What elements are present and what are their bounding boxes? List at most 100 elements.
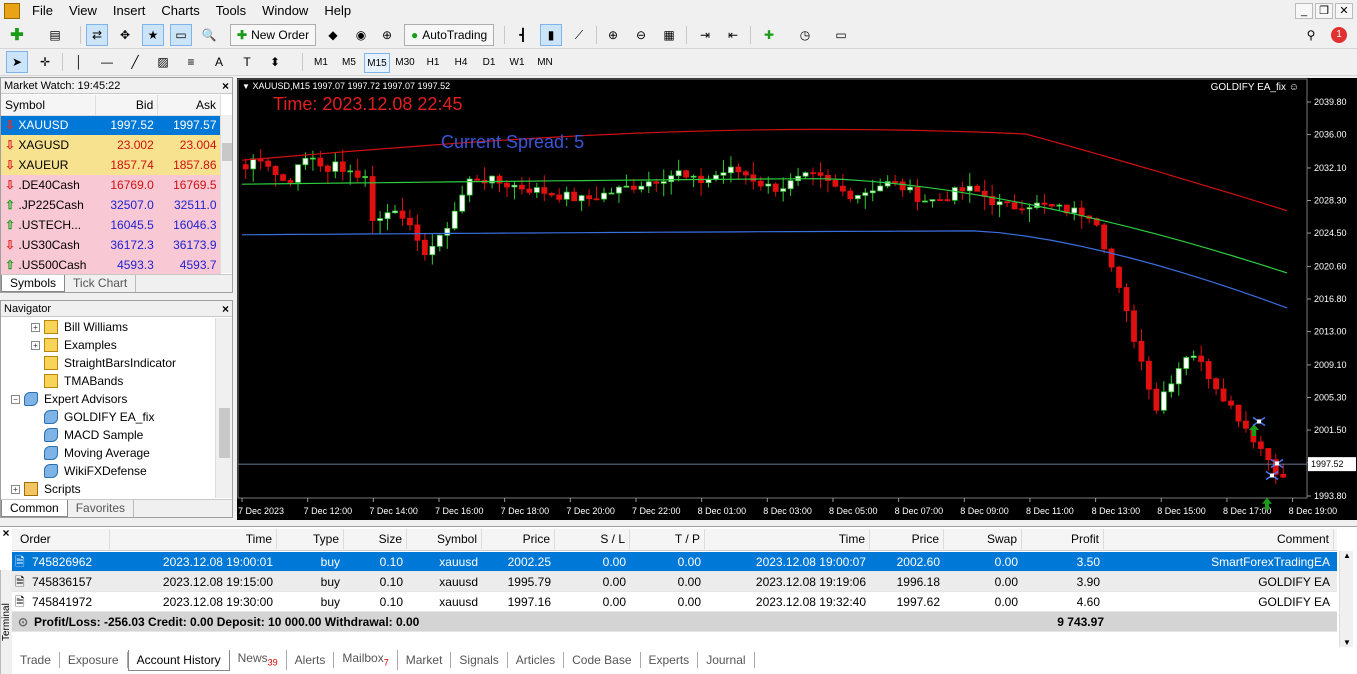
auto-scroll-icon[interactable]: ⇥ <box>694 24 716 46</box>
col-size[interactable]: Size <box>347 529 407 549</box>
market-watch-toggle-icon[interactable]: ⇄ <box>86 24 108 46</box>
menu-view[interactable]: View <box>61 0 105 22</box>
restore-icon[interactable]: ❐ <box>1315 3 1333 19</box>
market-watch-row[interactable]: ⇧ .US500Cash 4593.3 4593.7 <box>1 255 221 275</box>
trendline-icon[interactable]: ╱ <box>124 51 146 73</box>
market-watch-scrollbar[interactable] <box>220 115 232 273</box>
tab-experts[interactable]: Experts <box>641 652 699 668</box>
col-type[interactable]: Type <box>282 529 344 549</box>
history-row[interactable]: 🗎 745836157 2023.12.08 19:15:00 buy 0.10 xauu… <box>12 572 1337 592</box>
market-watch-row[interactable]: ⇩ XAGUSD 23.002 23.004 <box>1 135 221 155</box>
col-order[interactable]: Order <box>20 529 110 549</box>
timeframe-h4[interactable]: H4 <box>448 53 474 73</box>
col-symbol[interactable]: Symbol <box>412 529 482 549</box>
menu-insert[interactable]: Insert <box>105 0 154 22</box>
tab-symbols[interactable]: Symbols <box>1 275 66 292</box>
profiles-icon[interactable]: ▤ <box>44 24 66 46</box>
tab-tick-chart[interactable]: Tick Chart <box>65 275 137 292</box>
col-symbol[interactable]: Symbol <box>1 95 96 116</box>
autotrading-button[interactable]: ● AutoTrading <box>404 24 495 46</box>
tab-exposure[interactable]: Exposure <box>60 652 128 668</box>
timeframe-h1[interactable]: H1 <box>420 53 446 73</box>
close-icon[interactable]: × <box>222 301 229 317</box>
timeframe-mn[interactable]: MN <box>532 53 558 73</box>
col-swap[interactable]: Swap <box>950 529 1022 549</box>
tab-favorites[interactable]: Favorites <box>68 500 135 517</box>
cursor-icon[interactable]: ➤ <box>6 51 28 73</box>
close-icon[interactable]: × <box>0 527 12 539</box>
notifications-icon[interactable]: 1 <box>1328 24 1350 46</box>
menu-tools[interactable]: Tools <box>208 0 254 22</box>
tab-code-base[interactable]: Code Base <box>564 652 641 668</box>
tab-articles[interactable]: Articles <box>508 652 565 668</box>
navigator-item[interactable]: Moving Average <box>31 444 150 462</box>
text-label-icon[interactable]: T <box>236 51 258 73</box>
market-watch-row[interactable]: ⇧ .JP225Cash 32507.0 32511.0 <box>1 195 221 215</box>
market-watch-row[interactable]: ⇩ XAUUSD 1997.52 1997.57 <box>1 115 221 135</box>
indicators-icon[interactable]: ✚ <box>758 24 780 46</box>
col-price[interactable]: Price <box>487 529 555 549</box>
vertical-line-icon[interactable]: │ <box>68 51 90 73</box>
timeframe-d1[interactable]: D1 <box>476 53 502 73</box>
tab-alerts[interactable]: Alerts <box>287 652 335 668</box>
collapse-icon[interactable]: − <box>11 394 20 404</box>
strategy-tester-icon[interactable]: 🔍 <box>198 24 220 46</box>
vps-icon[interactable]: ⊕ <box>376 24 398 46</box>
expand-icon[interactable]: + <box>31 322 40 332</box>
navigator-scrollbar[interactable] <box>215 318 232 498</box>
tile-windows-icon[interactable]: ▦ <box>658 24 680 46</box>
periods-icon[interactable]: ◷ <box>794 24 816 46</box>
expand-icon[interactable]: + <box>31 340 40 350</box>
menu-window[interactable]: Window <box>254 0 316 22</box>
timeframe-m15[interactable]: M15 <box>364 53 390 73</box>
timeframe-w1[interactable]: W1 <box>504 53 530 73</box>
terminal-scrollbar[interactable]: ▲ ▼ <box>1339 551 1353 647</box>
menu-charts[interactable]: Charts <box>153 0 207 22</box>
data-window-icon[interactable]: ✥ <box>114 24 136 46</box>
terminal-toggle-icon[interactable]: ▭ <box>170 24 192 46</box>
col-profit[interactable]: Profit <box>1026 529 1104 549</box>
tab-account-history[interactable]: Account History <box>127 649 230 671</box>
text-icon[interactable]: A <box>208 51 230 73</box>
bar-chart-icon[interactable]: ┫ <box>512 24 534 46</box>
close-icon[interactable]: × <box>222 78 229 94</box>
col-comment[interactable]: Comment <box>1108 529 1334 549</box>
search-icon[interactable]: ⚲ <box>1300 24 1322 46</box>
tab-mailbox[interactable]: Mailbox7 <box>334 649 398 671</box>
menu-file[interactable]: File <box>24 0 61 22</box>
tab-trade[interactable]: Trade <box>12 652 60 668</box>
tab-market[interactable]: Market <box>398 652 452 668</box>
price-chart[interactable]: 2039.80 2036.00 2032.10 2028.30 2024.50 2020.… <box>237 78 1357 520</box>
navigator-item[interactable]: − Expert Advisors <box>11 390 127 408</box>
chart-shift-icon[interactable]: ⇤ <box>722 24 744 46</box>
col-ask[interactable]: Ask <box>157 95 221 116</box>
navigator-item[interactable]: WikiFXDefense <box>31 462 147 480</box>
navigator-item[interactable]: + Examples <box>31 336 117 354</box>
navigator-item[interactable]: MACD Sample <box>31 426 143 444</box>
candlestick-icon[interactable]: ▮ <box>540 24 562 46</box>
metaeditor-icon[interactable]: ◆ <box>322 24 344 46</box>
tab-news[interactable]: News39 <box>230 649 287 671</box>
equidistant-channel-icon[interactable]: ▨ <box>152 51 174 73</box>
chart-canvas[interactable]: 2039.80 2036.00 2032.10 2028.30 2024.50 2020.… <box>237 78 1357 520</box>
history-row[interactable]: 🗎 745826962 2023.12.08 19:00:01 buy 0.10 xauu… <box>12 552 1337 572</box>
tab-signals[interactable]: Signals <box>451 652 508 668</box>
expand-icon[interactable]: + <box>11 484 20 494</box>
market-watch-row[interactable]: ⇩ .DE40Cash 16769.0 16769.5 <box>1 175 221 195</box>
market-watch-row[interactable]: ⇩ .US30Cash 36172.3 36173.9 <box>1 235 221 255</box>
history-row[interactable]: 🗎 745841972 2023.12.08 19:30:00 buy 0.10 xauu… <box>12 592 1337 612</box>
timeframe-m30[interactable]: M30 <box>392 53 418 73</box>
col-ctime[interactable]: Time <box>710 529 870 549</box>
navigator-item[interactable]: + Scripts <box>11 480 81 498</box>
navigator-item[interactable]: TMABands <box>31 372 123 390</box>
close-icon[interactable]: ✕ <box>1335 3 1353 19</box>
col-tp[interactable]: T / P <box>635 529 705 549</box>
timeframe-m5[interactable]: M5 <box>336 53 362 73</box>
col-time[interactable]: Time <box>107 529 277 549</box>
signals-icon[interactable]: ◉ <box>350 24 372 46</box>
col-bid[interactable]: Bid <box>95 95 159 116</box>
col-cprice[interactable]: Price <box>874 529 944 549</box>
line-chart-icon[interactable]: ⟋ <box>568 24 590 46</box>
timeframe-m1[interactable]: M1 <box>308 53 334 73</box>
market-watch-row[interactable]: ⇧ .USTECH... 16045.5 16046.3 <box>1 215 221 235</box>
